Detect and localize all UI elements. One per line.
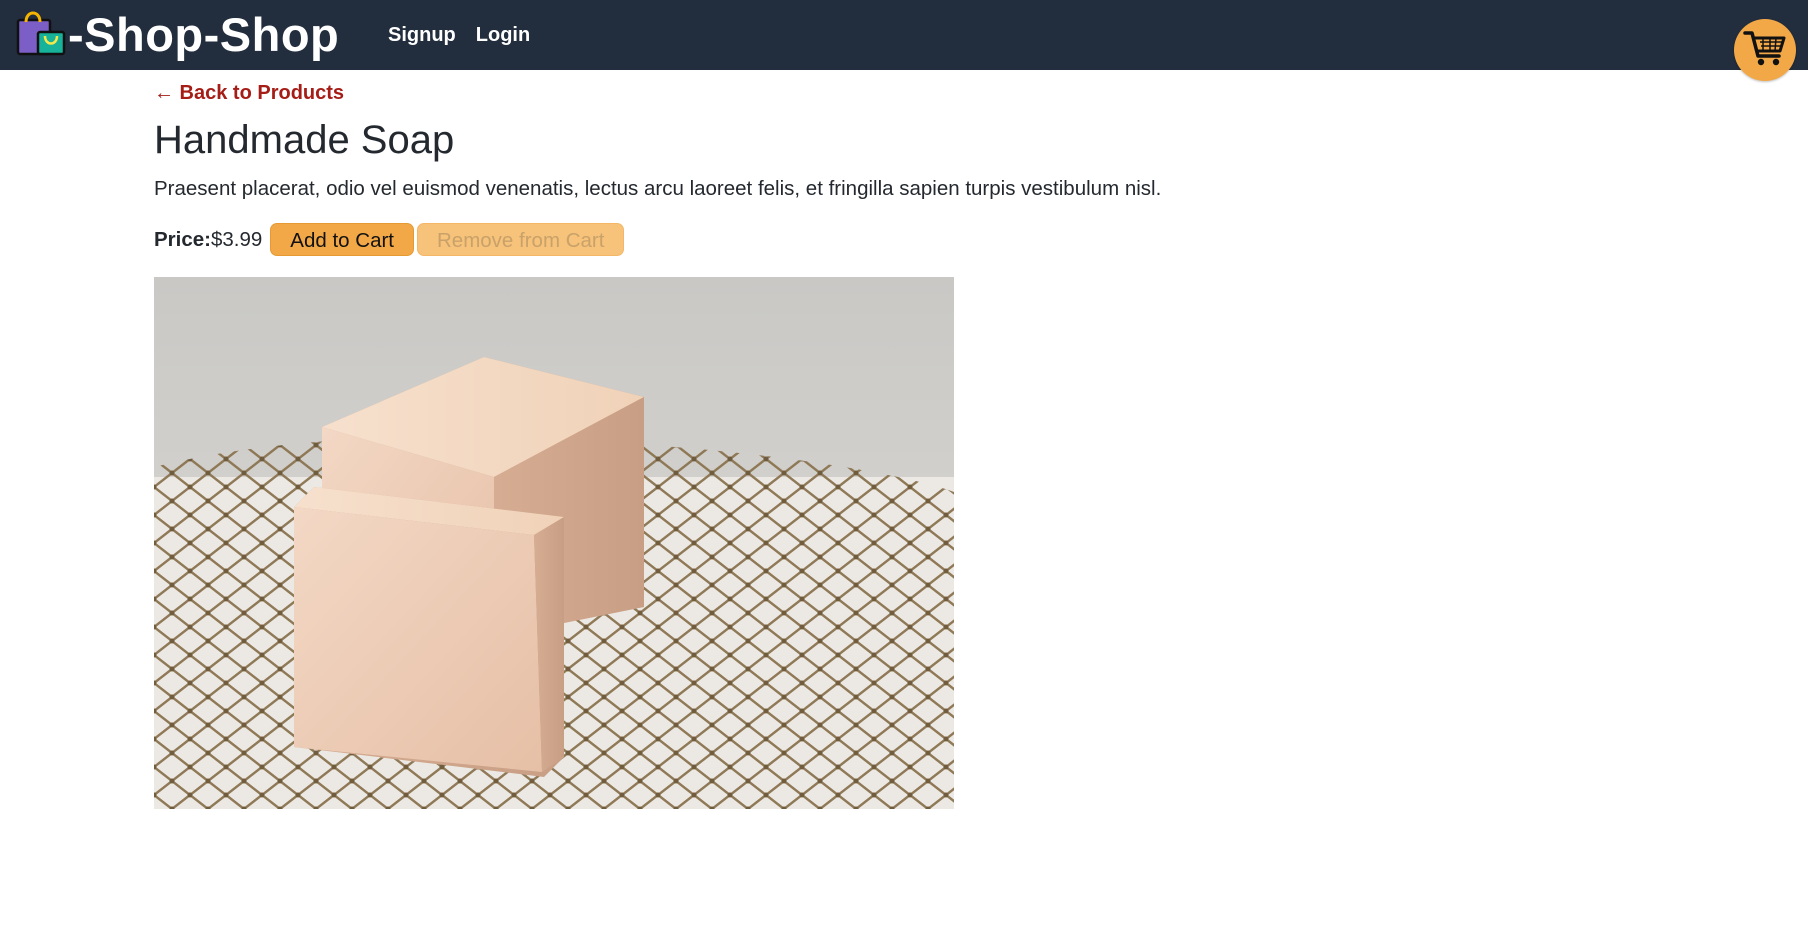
shopping-bags-icon xyxy=(14,6,68,65)
product-image xyxy=(154,277,954,809)
product-description: Praesent placerat, odio vel euismod vene… xyxy=(154,177,1162,200)
price-value: $3.99 xyxy=(210,227,263,251)
nav-signup-link[interactable]: Signup xyxy=(388,24,456,47)
shopping-cart-icon xyxy=(1743,28,1787,73)
back-to-products-link[interactable]: ← Back to Products xyxy=(154,82,344,105)
price-label: Price: xyxy=(154,227,211,251)
product-title: Handmade Soap xyxy=(154,118,455,162)
nav-login-link[interactable]: Login xyxy=(476,24,530,47)
add-to-cart-button[interactable]: Add to Cart xyxy=(270,223,414,256)
brand-name: -Shop-Shop xyxy=(68,8,340,61)
cart-button[interactable] xyxy=(1734,19,1796,81)
top-navbar: -Shop-Shop Signup Login xyxy=(0,0,1808,70)
remove-from-cart-button[interactable]: Remove from Cart xyxy=(417,223,625,256)
price-row: Price: $3.99 Add to Cart Remove from Car… xyxy=(154,223,1714,256)
product-detail: ← Back to Products Handmade Soap Praesen… xyxy=(154,70,1714,809)
brand-home-link[interactable]: -Shop-Shop xyxy=(14,8,339,62)
main-nav: Signup Login xyxy=(388,0,530,70)
